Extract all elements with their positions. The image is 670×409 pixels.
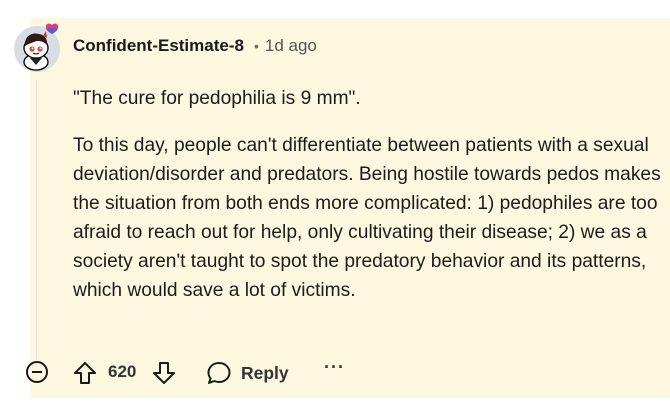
comment-body: "The cure for pedophilia is 9 mm". To th… [73,84,663,305]
comment-paragraph: "The cure for pedophilia is 9 mm". [73,88,361,109]
author-username[interactable]: Confident-Estimate-8 [73,36,244,56]
ellipsis-icon[interactable]: ··· [324,357,345,378]
comment-action-bar: 620 Reply ··· [0,357,670,389]
user-avatar-icon[interactable] [12,22,62,72]
upvote-arrow-icon[interactable] [72,360,98,386]
speech-bubble-icon [207,362,231,384]
collapse-minus-icon[interactable] [26,361,48,383]
meta-separator: • [253,38,259,54]
reply-button[interactable]: Reply [206,359,289,387]
vote-score: 620 [108,362,137,381]
thread-line[interactable] [36,80,37,360]
comment-timestamp[interactable]: 1d ago [265,36,317,56]
reply-label: Reply [241,362,289,383]
comment-header: Confident-Estimate-8 • 1d ago [73,34,317,58]
comment-paragraph: To this day, people can't differentiate … [73,135,661,301]
downvote-arrow-icon[interactable] [151,360,177,386]
